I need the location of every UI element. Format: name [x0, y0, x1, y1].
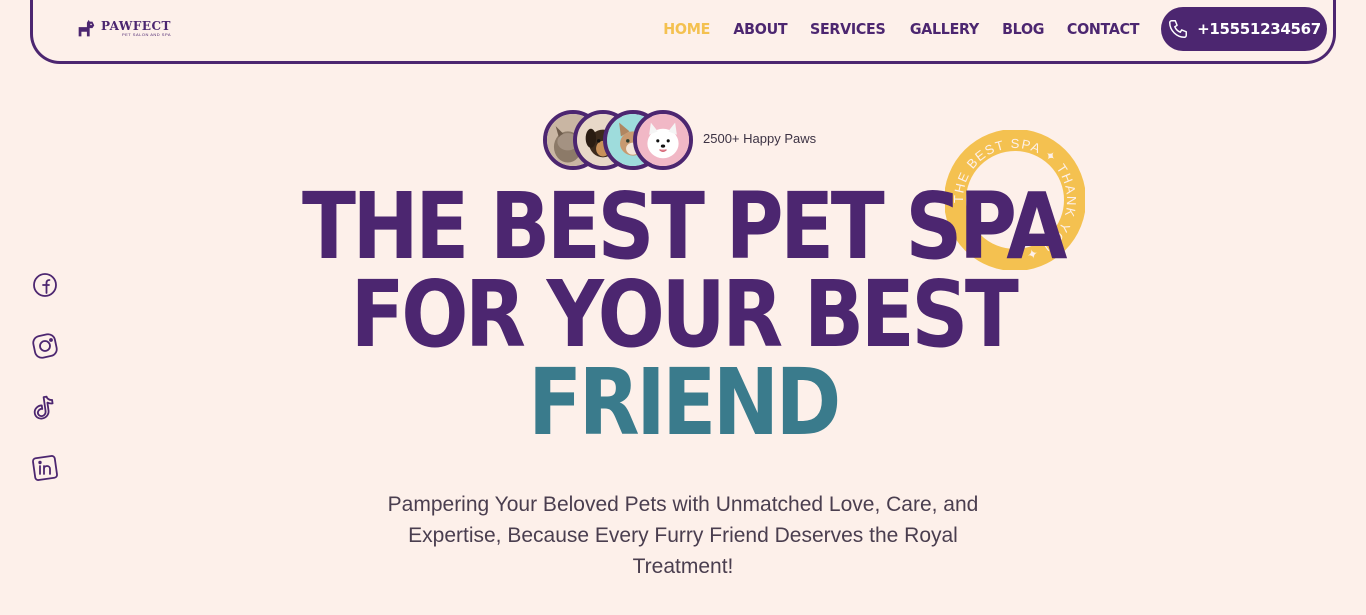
nav-home[interactable]: HOME [664, 20, 711, 38]
hero-title-line-1: THE BEST PET SPA [301, 173, 1068, 280]
site-header: PAWFECT PET SALON AND SPA HOME ABOUT SER… [30, 0, 1336, 64]
happy-paws-count: 2500+ Happy Paws [703, 131, 817, 146]
happy-pets-avatars [543, 110, 693, 170]
nav-services[interactable]: SERVICES [810, 20, 886, 38]
linkedin-icon[interactable] [31, 454, 59, 482]
nav-gallery[interactable]: GALLERY [910, 20, 979, 38]
nav-contact[interactable]: CONTACT [1067, 20, 1140, 38]
dog-logo-icon [78, 19, 95, 36]
hero-subtitle: Pampering Your Beloved Pets with Unmatch… [387, 493, 979, 578]
nav-blog[interactable]: BLOG [1002, 20, 1044, 38]
brand-tagline: PET SALON AND SPA [121, 32, 171, 37]
nav-about[interactable]: ABOUT [733, 20, 787, 38]
hero-title-line-2: FOR YOUR BEST [350, 261, 1019, 368]
brand-name: PAWFECT [101, 19, 171, 33]
hero-title-line-3: FRIEND [528, 349, 841, 456]
avatar-samoyed [633, 110, 693, 170]
phone-icon [1169, 19, 1188, 38]
phone-button[interactable]: +15551234567 [1161, 6, 1327, 51]
phone-number: +15551234567 [1197, 19, 1321, 38]
main-nav: HOME ABOUT SERVICES GALLERY BLOG CONTACT… [662, 6, 1327, 51]
brand-logo[interactable]: PAWFECT PET SALON AND SPA [75, 18, 171, 40]
hero-title: THE BEST PET SPA FOR YOUR BEST FRIEND [0, 173, 1366, 456]
